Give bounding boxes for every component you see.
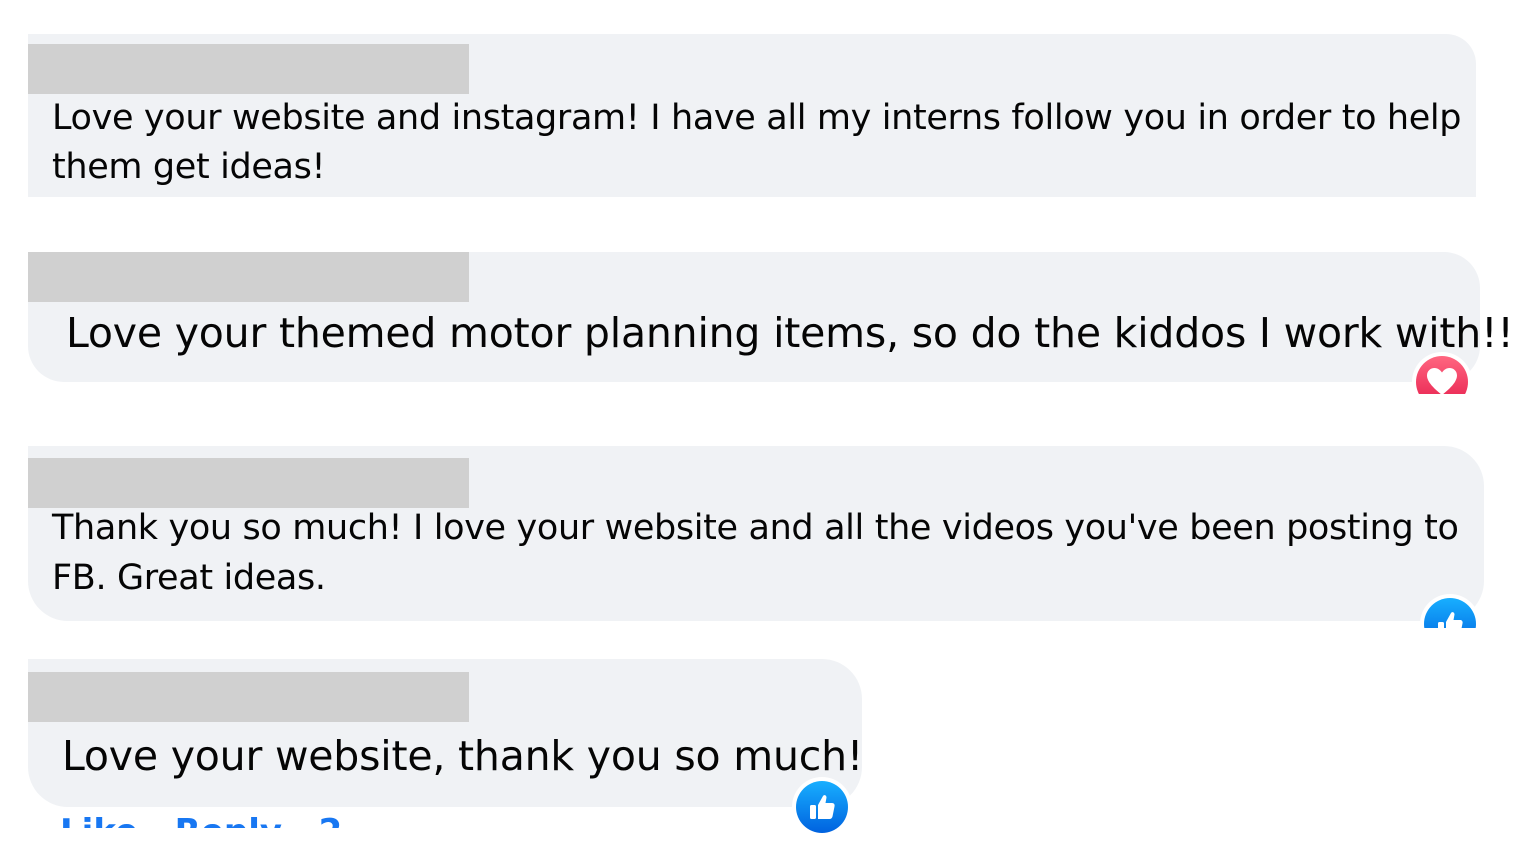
heart-icon <box>1427 368 1457 394</box>
thumbs-up-icon <box>810 795 835 819</box>
redacted-author-name <box>28 252 469 302</box>
redacted-author-name <box>28 672 469 722</box>
comment-text-line: them get ideas! <box>52 147 326 187</box>
comment-bubble: Thank you so much! I love your website a… <box>28 446 1484 621</box>
comment-bubble: Love your website and instagram! I have … <box>28 34 1476 197</box>
redacted-author-name <box>28 44 469 94</box>
reaction-clip <box>1416 592 1486 628</box>
reaction-badge[interactable] <box>792 777 852 837</box>
redacted-author-name <box>28 458 469 508</box>
reaction-clip <box>1408 350 1478 394</box>
comment-text-line: Love your website, thank you so much! <box>62 732 864 780</box>
comment-text-line: Thank you so much! I love your website a… <box>52 508 1459 548</box>
comment-bubble: Love your themed motor planning items, s… <box>28 252 1514 382</box>
comment-text-line: Love your themed motor planning items, s… <box>66 309 1514 357</box>
reaction-badge[interactable] <box>1412 352 1472 394</box>
thumbs-up-icon <box>1438 612 1463 628</box>
comment-text-line: Love your website and instagram! I have … <box>52 98 1462 138</box>
comment-thread: Love your website and instagram! I have … <box>0 0 1536 864</box>
reaction-badge[interactable] <box>1420 594 1480 628</box>
comment-actions-partial[interactable]: Like · Reply · 2 <box>60 812 342 828</box>
comment-text-line: FB. Great ideas. <box>52 558 326 598</box>
comment-bubble: Love your website, thank you so much! <box>28 659 864 807</box>
